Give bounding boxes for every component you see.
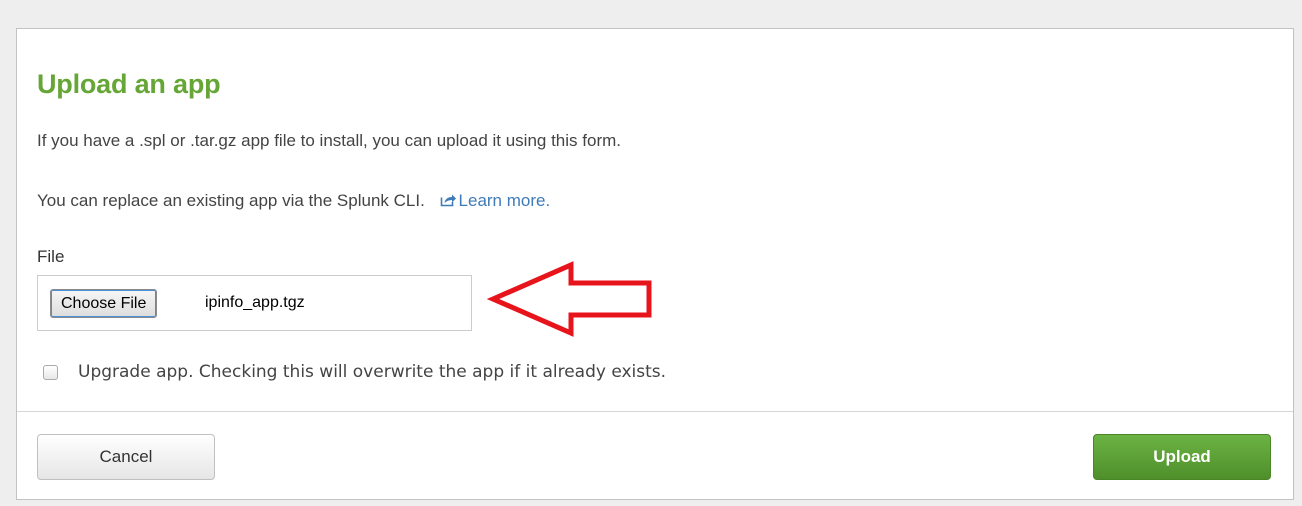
upload-button[interactable]: Upload (1093, 434, 1271, 480)
upload-app-dialog: Upload an app If you have a .spl or .tar… (16, 28, 1294, 500)
upgrade-option: Upgrade app. Checking this will overwrit… (43, 362, 666, 382)
replace-info: You can replace an existing app via the … (37, 191, 550, 211)
description-text: If you have a .spl or .tar.gz app file t… (37, 131, 621, 150)
choose-file-button[interactable]: Choose File (50, 289, 158, 318)
learn-more-link[interactable]: Learn more. (440, 191, 551, 210)
learn-more-label: Learn more. (458, 191, 551, 210)
upgrade-checkbox-label[interactable]: Upgrade app. Checking this will overwrit… (78, 362, 666, 382)
cancel-button[interactable]: Cancel (37, 434, 215, 480)
replace-text: You can replace an existing app via the … (37, 191, 425, 210)
upgrade-checkbox[interactable] (43, 364, 58, 380)
dialog-title: Upload an app (37, 69, 221, 99)
file-input[interactable]: Choose File ipinfo_app.tgz (37, 275, 472, 331)
external-link-icon (440, 194, 456, 207)
file-label: File (37, 247, 65, 266)
left-arrow-annotation (487, 261, 652, 337)
selected-file-name: ipinfo_app.tgz (205, 294, 305, 311)
dialog-footer: Cancel Upload (17, 411, 1293, 499)
